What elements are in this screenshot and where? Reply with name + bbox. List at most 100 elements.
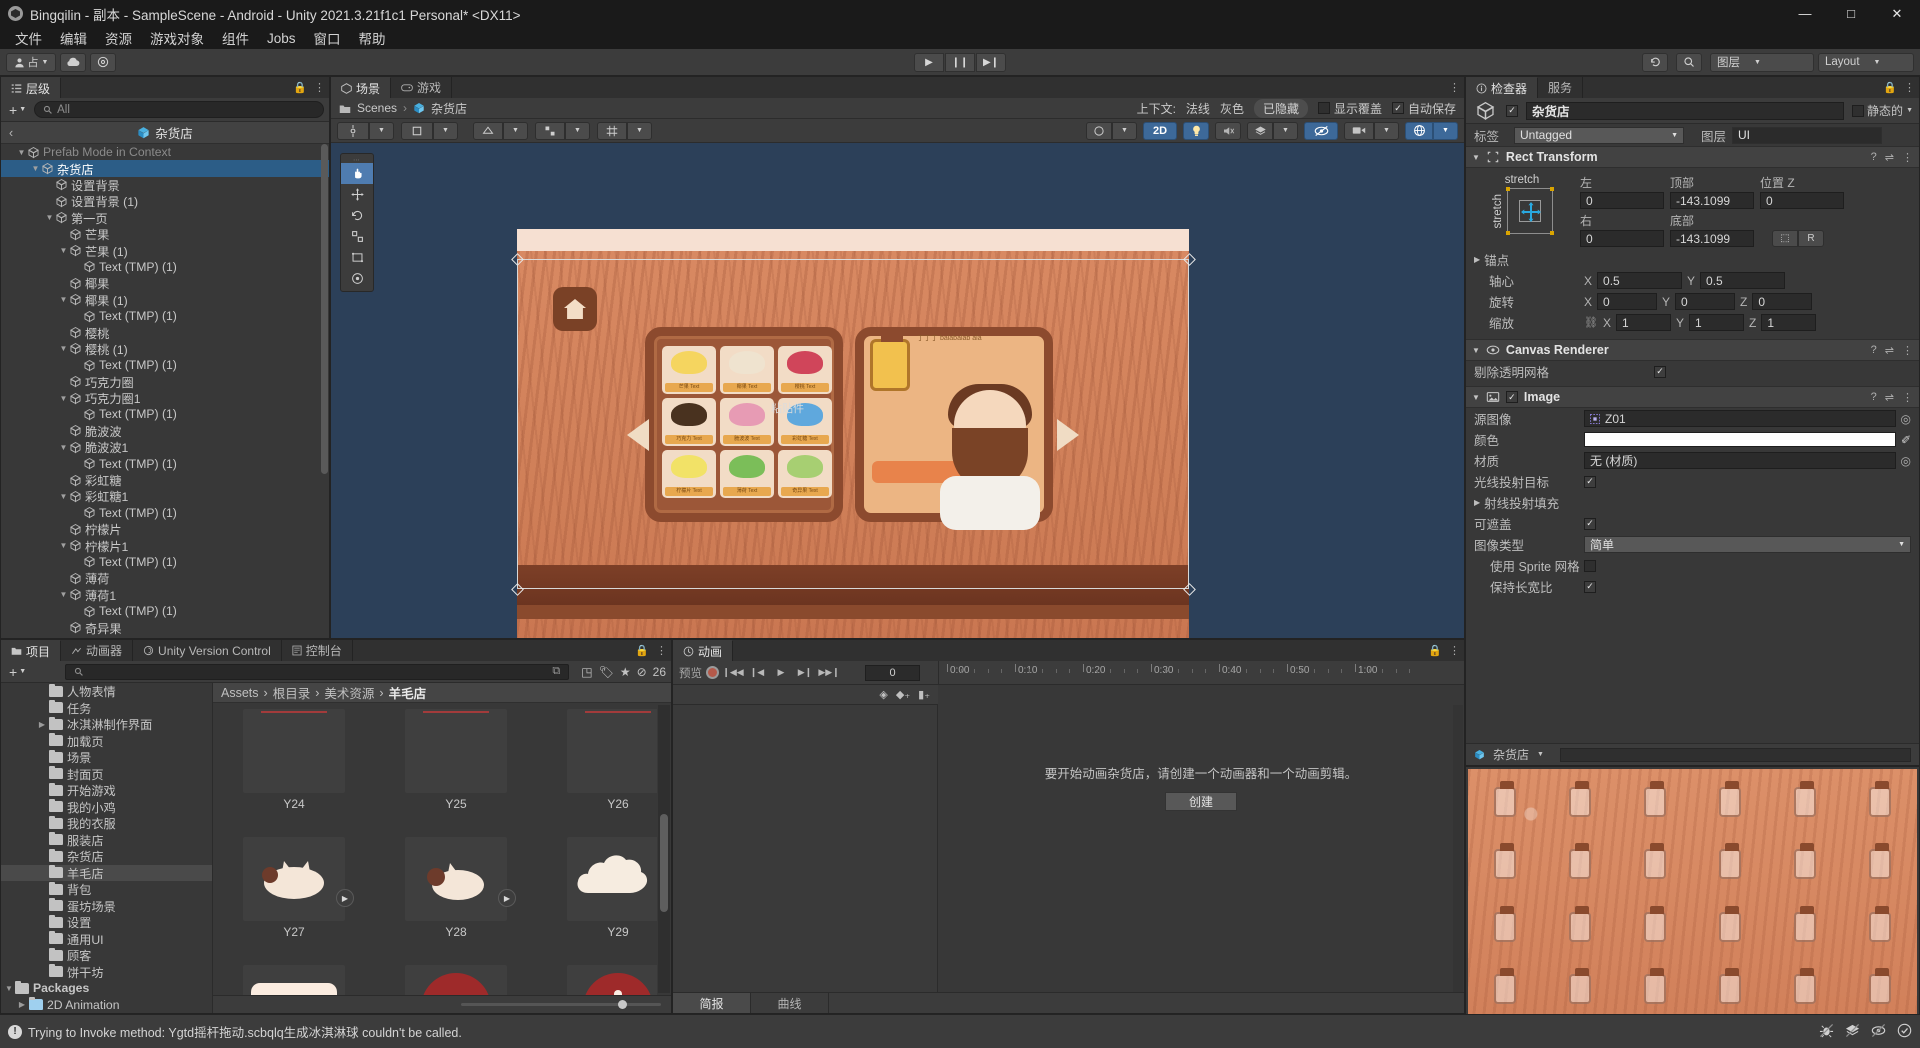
- eye-off-icon[interactable]: [1871, 1023, 1886, 1041]
- anchor-row[interactable]: ▶ 锚点: [1466, 249, 1919, 270]
- hierarchy-row[interactable]: ▼ 芒果 (1): [1, 242, 329, 259]
- cloud-button[interactable]: [60, 52, 86, 72]
- scene-camera-dropdown[interactable]: ▼: [1374, 121, 1399, 140]
- effects-button[interactable]: [1247, 121, 1273, 140]
- grid-visibility-button[interactable]: [597, 121, 627, 140]
- audio-toggle-button[interactable]: [1215, 121, 1241, 140]
- render-mode-button[interactable]: [1086, 121, 1112, 140]
- hierarchy-row[interactable]: ▼ 椰果 (1): [1, 292, 329, 308]
- project-folder-row[interactable]: 通用UI: [1, 931, 212, 948]
- hierarchy-row[interactable]: 椰果: [1, 275, 329, 291]
- rotate-tool-icon[interactable]: [341, 205, 373, 226]
- lock-icon[interactable]: 🔒: [1883, 81, 1897, 94]
- hierarchy-row[interactable]: ▼ 脆波波1: [1, 439, 329, 455]
- scene-viewport[interactable]: ⋯ 芒果 Text 椰果 Text 樱桃 Text 巧克力 Text 脆波波 T…: [331, 143, 1464, 638]
- asset-cell[interactable]: Y25: [385, 709, 527, 831]
- maskable-checkbox[interactable]: ✓: [1584, 517, 1596, 530]
- inspector-footer-field[interactable]: [1559, 747, 1911, 762]
- menu-item-edit[interactable]: 编辑: [51, 27, 96, 49]
- project-search-input[interactable]: ⧉: [65, 663, 570, 680]
- add-event-icon[interactable]: ▮₊: [918, 688, 930, 701]
- status-message[interactable]: Trying to Invoke method: Ygtd摇杆拖动.scbqlq…: [28, 1022, 462, 1041]
- bug-off-icon[interactable]: [1819, 1023, 1834, 1041]
- lock-icon[interactable]: 🔒: [635, 644, 649, 657]
- project-folder-row[interactable]: 我的衣服: [1, 815, 212, 832]
- object-name-input[interactable]: 杂货店: [1526, 101, 1845, 120]
- hierarchy-tree[interactable]: ▼ Prefab Mode in Context ▼ 杂货店 设置背景 设置背景 (1) ▼…: [1, 144, 329, 638]
- menu-item-gameobject[interactable]: 游戏对象: [141, 27, 213, 49]
- hierarchy-row[interactable]: ▼ 彩虹糖1: [1, 488, 329, 504]
- expand-arrow-icon[interactable]: ▼: [58, 590, 69, 599]
- prev-frame-button[interactable]: ❙◀: [747, 664, 767, 681]
- effects-dropdown[interactable]: ▼: [1273, 121, 1298, 140]
- scene-visibility-button[interactable]: [1304, 121, 1338, 140]
- expand-arrow-icon[interactable]: ▼: [58, 443, 69, 452]
- preset-icon[interactable]: ⇌: [1885, 151, 1894, 164]
- filter-label-icon[interactable]: 🏷: [599, 665, 614, 679]
- object-enabled-checkbox[interactable]: ✓: [1506, 104, 1518, 117]
- show-overlay-checkbox[interactable]: [1317, 102, 1330, 114]
- expand-arrow-icon[interactable]: ▼: [58, 541, 69, 550]
- hierarchy-row[interactable]: Text (TMP) (1): [1, 357, 329, 373]
- search-expand-icon[interactable]: ⧉: [552, 665, 560, 678]
- kebab-menu-icon[interactable]: ⋮: [1902, 391, 1913, 404]
- layout-dropdown[interactable]: Layout ▼: [1818, 52, 1914, 72]
- preserve-aspect-checkbox[interactable]: ✓: [1584, 580, 1596, 593]
- create-object-button[interactable]: + ▼: [6, 102, 29, 118]
- hierarchy-row[interactable]: 脆波波: [1, 423, 329, 439]
- object-picker-icon[interactable]: ◎: [1901, 454, 1911, 468]
- layer-dropdown[interactable]: UI: [1732, 126, 1882, 144]
- pivot-mode-button[interactable]: [337, 121, 369, 140]
- help-icon[interactable]: ?: [1871, 391, 1877, 404]
- asset-cell[interactable]: ▶ Y27: [223, 837, 365, 959]
- transform-tool-icon[interactable]: [341, 268, 373, 289]
- tab-inspector[interactable]: 检查器: [1466, 77, 1539, 98]
- current-frame-input[interactable]: 0: [865, 664, 920, 681]
- project-folder-row[interactable]: 杂货店: [1, 848, 212, 865]
- project-folder-row[interactable]: 加载页: [1, 733, 212, 750]
- minimize-button[interactable]: —: [1782, 0, 1828, 27]
- expand-arrow-icon[interactable]: ▼: [58, 295, 69, 304]
- snap-button[interactable]: [535, 121, 565, 140]
- hierarchy-row[interactable]: 柠檬片: [1, 521, 329, 537]
- tab-hierarchy[interactable]: 层级: [1, 77, 62, 98]
- menu-item-assets[interactable]: 资源: [96, 27, 141, 49]
- help-icon[interactable]: ?: [1871, 344, 1877, 357]
- zoom-slider-knob[interactable]: [618, 1000, 627, 1009]
- preview-label[interactable]: 预览: [679, 665, 702, 681]
- crumb-current[interactable]: 羊毛店: [389, 683, 427, 702]
- scale-tool-icon[interactable]: [341, 226, 373, 247]
- animation-timeline-ruler[interactable]: 0:000:100:200:300:400:501:00: [938, 661, 1450, 685]
- hierarchy-row[interactable]: 薄荷: [1, 570, 329, 586]
- preset-icon[interactable]: ⇌: [1885, 391, 1894, 404]
- check-circle-icon[interactable]: [1897, 1023, 1912, 1041]
- kebab-menu-icon[interactable]: ⋮: [314, 81, 325, 94]
- toggle-2d-button[interactable]: 2D: [1143, 121, 1177, 140]
- component-header-image[interactable]: ▼ ✓ Image ? ⇌ ⋮: [1466, 386, 1919, 408]
- crumb-root[interactable]: 根目录: [273, 683, 311, 702]
- hierarchy-row[interactable]: ▼ 杂货店: [1, 160, 329, 177]
- asset-cell[interactable]: Y26: [547, 709, 657, 831]
- bottom-input[interactable]: -143.1099: [1670, 230, 1754, 247]
- handle-space-dropdown[interactable]: ▼: [433, 121, 458, 140]
- hierarchy-row[interactable]: ▼ 第一页: [1, 210, 329, 226]
- snap-dropdown[interactable]: ▼: [565, 121, 590, 140]
- project-folder-row[interactable]: 场景: [1, 749, 212, 766]
- color-swatch[interactable]: [1584, 432, 1896, 447]
- project-folder-row[interactable]: 背包: [1, 881, 212, 898]
- gizmos-dropdown[interactable]: ▼: [1433, 121, 1458, 140]
- collapse-arrow-icon[interactable]: ▼: [5, 984, 15, 993]
- hierarchy-row[interactable]: ▼ 薄荷1: [1, 587, 329, 603]
- gizmos-button[interactable]: [1405, 121, 1433, 140]
- hierarchy-row[interactable]: 樱桃: [1, 324, 329, 341]
- hierarchy-row[interactable]: 设置背景 (1): [1, 193, 329, 209]
- project-folder-row[interactable]: 饼干坊: [1, 964, 212, 981]
- expand-arrow-icon[interactable]: ▼: [58, 246, 69, 255]
- project-folder-row[interactable]: 开始游戏: [1, 782, 212, 799]
- tab-project[interactable]: 项目: [1, 640, 62, 661]
- hierarchy-row[interactable]: Text (TMP) (1): [1, 406, 329, 422]
- tab-game[interactable]: 游戏: [391, 77, 453, 98]
- project-folder-row[interactable]: 服装店: [1, 832, 212, 849]
- hierarchy-row[interactable]: ▼ 巧克力圈1: [1, 390, 329, 406]
- tab-scene[interactable]: 场景: [331, 77, 392, 98]
